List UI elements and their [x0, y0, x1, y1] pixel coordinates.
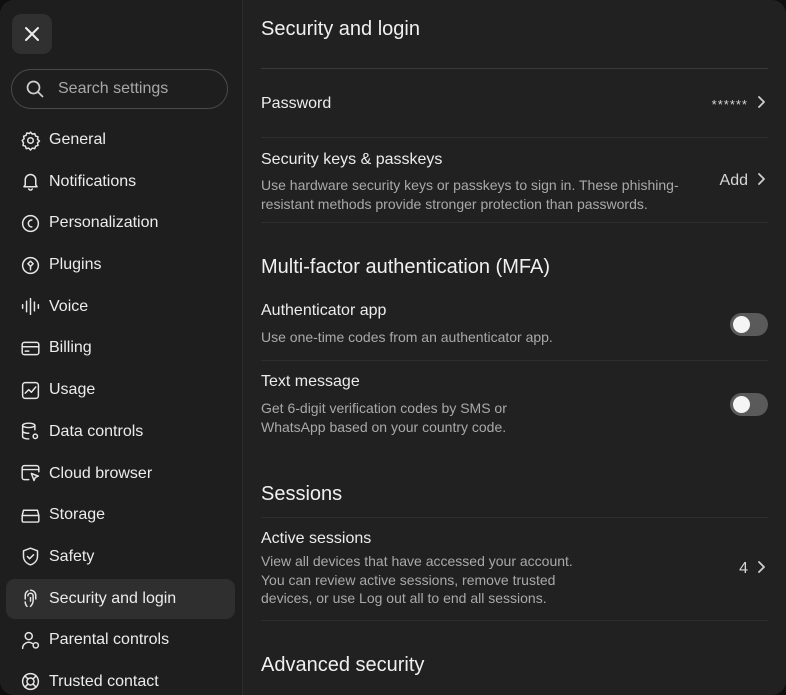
active-sessions-title: Active sessions — [261, 530, 372, 547]
authenticator-app-description: Use one-time codes from an authenticator… — [261, 329, 553, 345]
add-security-key-label: Add — [719, 172, 748, 189]
sidebar-item-label: Storage — [49, 506, 106, 524]
sidebar-item-label: Security and login — [49, 589, 177, 607]
voice-waveform-icon — [19, 296, 41, 318]
active-sessions-description-line-1: View all devices that have accessed your… — [261, 553, 573, 569]
sidebar-item-general[interactable]: General — [6, 120, 235, 160]
authenticator-app-toggle[interactable] — [730, 313, 768, 336]
sidebar-item-data-controls[interactable]: Data controls — [6, 412, 235, 452]
credit-card-icon — [19, 337, 41, 359]
active-sessions-description-line-2: You can review active sessions, remove t… — [261, 571, 556, 588]
settings-content: Security and login Password ****** Secur… — [261, 0, 768, 695]
sidebar-item-usage[interactable]: Usage — [6, 370, 235, 410]
search-input[interactable] — [56, 79, 220, 99]
sidebar-item-label: Parental controls — [49, 631, 170, 649]
sidebar-item-label: Trusted contact — [49, 672, 159, 690]
parental-user-icon — [19, 629, 41, 651]
sidebar-item-label: General — [49, 131, 106, 148]
toggle-knob — [733, 396, 750, 413]
text-message-description-line-1: Get 6-digit verification codes by SMS or — [261, 400, 507, 416]
sidebar-item-label: Personalization — [49, 214, 159, 232]
sidebar-item-voice[interactable]: Voice — [6, 287, 235, 327]
sidebar-item-label: Cloud browser — [49, 464, 153, 482]
cloud-browser-icon — [19, 463, 41, 485]
sidebar-item-trusted-contact[interactable]: Trusted contact — [6, 662, 235, 695]
settings-nav: General Notifications Personalization Pl… — [6, 120, 235, 695]
text-message-title: Text message — [261, 373, 360, 390]
sidebar-item-label: Safety — [49, 547, 95, 565]
lifebuoy-icon — [19, 671, 41, 693]
row-divider — [261, 360, 768, 361]
mfa-heading: Multi-factor authentication (MFA) — [261, 256, 550, 278]
row-divider — [261, 620, 768, 621]
usage-chart-icon — [19, 379, 41, 401]
search-icon — [26, 80, 44, 98]
active-sessions-count: 4 — [739, 560, 748, 577]
password-label: Password — [261, 95, 332, 112]
security-keys-title: Security keys & passkeys — [261, 151, 443, 168]
sidebar-item-security-and-login[interactable]: Security and login — [6, 578, 235, 619]
chevron-right-icon — [748, 560, 768, 579]
sidebar-item-notifications[interactable]: Notifications — [6, 162, 235, 202]
sidebar-item-safety[interactable]: Safety — [6, 537, 235, 577]
text-message-toggle[interactable] — [730, 393, 768, 416]
sidebar-item-label: Data controls — [49, 422, 144, 440]
sidebar-item-label: Plugins — [49, 256, 102, 274]
security-keys-description-line-1: Use hardware security keys or passkeys t… — [261, 177, 679, 193]
sidebar-item-label: Usage — [49, 381, 96, 399]
personalization-icon — [19, 212, 41, 234]
bell-icon — [19, 171, 41, 193]
storage-drive-icon — [19, 504, 41, 526]
search-settings-field[interactable] — [11, 69, 228, 109]
authenticator-app-title: Authenticator app — [261, 302, 387, 319]
sidebar-item-label: Billing — [49, 339, 92, 357]
chevron-right-icon — [748, 172, 768, 191]
settings-window: General Notifications Personalization Pl… — [0, 0, 786, 695]
sidebar-item-parental-controls[interactable]: Parental controls — [6, 620, 235, 660]
page-title: Security and login — [261, 18, 420, 40]
sidebar-item-personalization[interactable]: Personalization — [6, 203, 235, 243]
close-icon — [25, 27, 39, 41]
sidebar-item-label: Notifications — [49, 172, 137, 190]
password-masked-value: ****** — [711, 96, 748, 112]
row-divider — [261, 222, 768, 223]
sidebar-item-cloud-browser[interactable]: Cloud browser — [6, 454, 235, 494]
chevron-right-icon — [748, 95, 768, 114]
row-divider — [261, 517, 768, 518]
sessions-heading: Sessions — [261, 483, 343, 505]
title-divider — [261, 68, 768, 69]
sidebar-item-storage[interactable]: Storage — [6, 495, 235, 535]
settings-sidebar: General Notifications Personalization Pl… — [0, 0, 243, 695]
advanced-security-heading: Advanced security — [261, 654, 425, 676]
active-sessions-description-line-3: devices, or use Log out all to end all s… — [261, 590, 547, 606]
shield-check-icon — [19, 546, 41, 568]
text-message-description-line-2: WhatsApp based on your country code. — [261, 418, 507, 435]
security-keys-description-line-2: resistant methods provide stronger prote… — [261, 195, 648, 212]
row-divider — [261, 137, 768, 138]
plugins-icon — [19, 254, 41, 276]
sidebar-item-label: Voice — [49, 297, 89, 315]
sidebar-item-billing[interactable]: Billing — [6, 328, 235, 368]
security-login-icon — [19, 588, 41, 610]
sidebar-item-plugins[interactable]: Plugins — [6, 245, 235, 285]
close-button[interactable] — [12, 14, 52, 54]
database-gear-icon — [19, 421, 41, 443]
toggle-knob — [733, 316, 750, 333]
gear-icon — [19, 129, 41, 151]
